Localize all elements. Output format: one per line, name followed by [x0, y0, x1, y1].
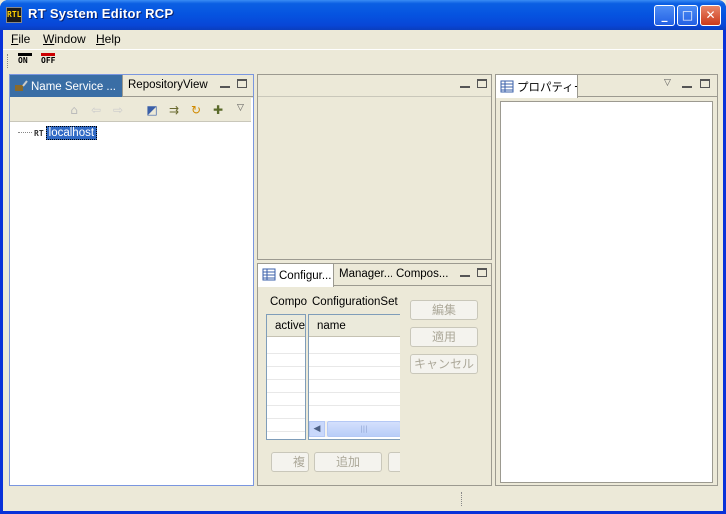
menu-file[interactable]: File — [11, 32, 30, 46]
name-service-panel: Name Service ... RepositoryView ⌂ ⇦ ⇨ ◩ … — [9, 74, 254, 486]
tab-name-service[interactable]: Name Service ... — [10, 75, 123, 97]
configuration-set-table[interactable]: name ◀ ||| — [308, 314, 400, 440]
menu-help[interactable]: Help — [96, 32, 121, 46]
toolbar-grip[interactable] — [7, 54, 9, 68]
editor-tabrow — [258, 75, 491, 97]
tab-configuration[interactable]: Configur... — [258, 264, 334, 287]
table-icon — [262, 268, 276, 281]
menu-window[interactable]: Window — [43, 32, 86, 46]
menu-file-label: ile — [18, 32, 31, 46]
title-bar[interactable]: RTL RT System Editor RCP _ □ ✕ — [0, 0, 726, 30]
copy-button[interactable]: 複 — [271, 452, 309, 472]
active-table[interactable]: active — [266, 314, 306, 440]
editor-minimize-icon[interactable] — [460, 80, 470, 88]
main-toolbar: ON OFF — [3, 49, 723, 71]
grid-row-line — [309, 392, 400, 393]
horizontal-scrollbar[interactable]: ◀ ||| — [309, 421, 400, 437]
grid-row-line — [309, 405, 400, 406]
add-name-server-icon[interactable]: ✚ — [210, 102, 226, 118]
tab-repository-view-label: RepositoryView — [128, 79, 208, 91]
maximize-view-icon[interactable] — [237, 79, 247, 88]
link-with-editor-icon[interactable]: ⇉ — [166, 102, 182, 118]
collapse-all-icon[interactable]: ◩ — [144, 102, 160, 118]
grid-row-line — [267, 379, 305, 380]
edit-button[interactable]: 編集 — [410, 300, 478, 320]
cancel-button[interactable]: キャンセル — [410, 354, 478, 374]
on-icon[interactable]: ON — [18, 53, 36, 69]
config-minimize-icon[interactable] — [460, 269, 470, 277]
table-icon — [500, 80, 514, 93]
back-icon[interactable]: ⇦ — [88, 102, 104, 118]
grid-row-line — [267, 405, 305, 406]
delete-button[interactable] — [388, 452, 400, 472]
tree-item-label: localhost — [45, 126, 98, 140]
add-button[interactable]: 追加 — [314, 452, 382, 472]
minimize-button[interactable]: _ — [654, 5, 675, 26]
tab-configuration-label: Configur... — [279, 270, 332, 282]
tree-item-localhost[interactable]: RT localhost — [18, 126, 98, 140]
tree-connector — [18, 132, 32, 133]
home-icon[interactable]: ⌂ — [66, 102, 82, 118]
properties-panel: プロパティー ▽ — [495, 74, 718, 486]
menu-window-label: indow — [54, 32, 86, 46]
tab-properties-label: プロパティー — [517, 82, 577, 94]
scroll-left-arrow-icon[interactable]: ◀ — [309, 421, 325, 437]
config-maximize-icon[interactable] — [477, 268, 487, 277]
grid-row-line — [267, 431, 305, 432]
configuration-panel: Configur... Manager... Compos... Compo C… — [257, 263, 492, 486]
tab-properties[interactable]: プロパティー — [496, 75, 578, 98]
editor-maximize-icon[interactable] — [477, 79, 487, 88]
apply-button[interactable]: 適用 — [410, 327, 478, 347]
tab-manager-label: Manager... — [339, 268, 392, 280]
menu-bar: File Window Help — [3, 30, 723, 48]
properties-content — [500, 101, 713, 483]
tab-composite-label: Compos... — [396, 268, 448, 280]
properties-maximize-icon[interactable] — [700, 79, 710, 88]
off-icon[interactable]: OFF — [41, 53, 59, 69]
tab-name-service-label: Name Service ... — [31, 81, 116, 93]
menu-window-mnemonic: W — [43, 32, 55, 46]
configuration-tabrow: Configur... Manager... Compos... — [258, 264, 491, 287]
tab-composite[interactable]: Compos... — [392, 264, 448, 286]
maximize-button[interactable]: □ — [677, 5, 698, 26]
properties-view-menu-icon[interactable]: ▽ — [664, 78, 671, 88]
configuration-set-label: ConfigurationSet — [312, 296, 398, 308]
grid-row-line — [267, 418, 305, 419]
name-service-tabrow: Name Service ... RepositoryView — [10, 75, 253, 97]
close-button[interactable]: ✕ — [700, 5, 721, 26]
tab-repository-view[interactable]: RepositoryView — [124, 75, 214, 97]
grid-row-line — [309, 366, 400, 367]
tree-area[interactable] — [10, 98, 253, 485]
app-icon: RTL — [6, 7, 22, 23]
plug-icon — [15, 80, 28, 91]
menu-help-mnemonic: H — [96, 32, 105, 46]
grid-row-line — [267, 353, 305, 354]
view-menu-chevron-icon[interactable]: ▽ — [237, 103, 244, 113]
properties-tabrow: プロパティー ▽ — [496, 75, 717, 98]
window-title: RT System Editor RCP — [28, 6, 174, 21]
grid-row-line — [267, 366, 305, 367]
refresh-icon[interactable]: ↻ — [188, 102, 204, 118]
grid-row-line — [267, 392, 305, 393]
name-service-toolbar: ⌂ ⇦ ⇨ ◩ ⇉ ↻ ✚ ▽ — [10, 98, 251, 122]
tab-manager[interactable]: Manager... — [335, 264, 392, 286]
minimize-view-icon[interactable] — [220, 80, 230, 88]
status-bar-grip[interactable] — [461, 492, 463, 506]
scroll-thumb[interactable]: ||| — [327, 421, 400, 437]
name-column-header[interactable]: name — [309, 315, 400, 337]
rt-node-icon: RT — [34, 129, 44, 138]
app-window: RTL RT System Editor RCP _ □ ✕ File Wind… — [0, 0, 726, 514]
grid-row-line — [309, 353, 400, 354]
forward-icon[interactable]: ⇨ — [110, 102, 126, 118]
editor-area — [257, 74, 492, 260]
grid-row-line — [309, 379, 400, 380]
menu-help-label: elp — [104, 32, 121, 46]
active-column-header[interactable]: active — [267, 315, 305, 337]
properties-minimize-icon[interactable] — [682, 80, 692, 88]
client-area: File Window Help ON OFF Name Service ...… — [3, 30, 723, 511]
component-label: Compo — [270, 296, 308, 308]
